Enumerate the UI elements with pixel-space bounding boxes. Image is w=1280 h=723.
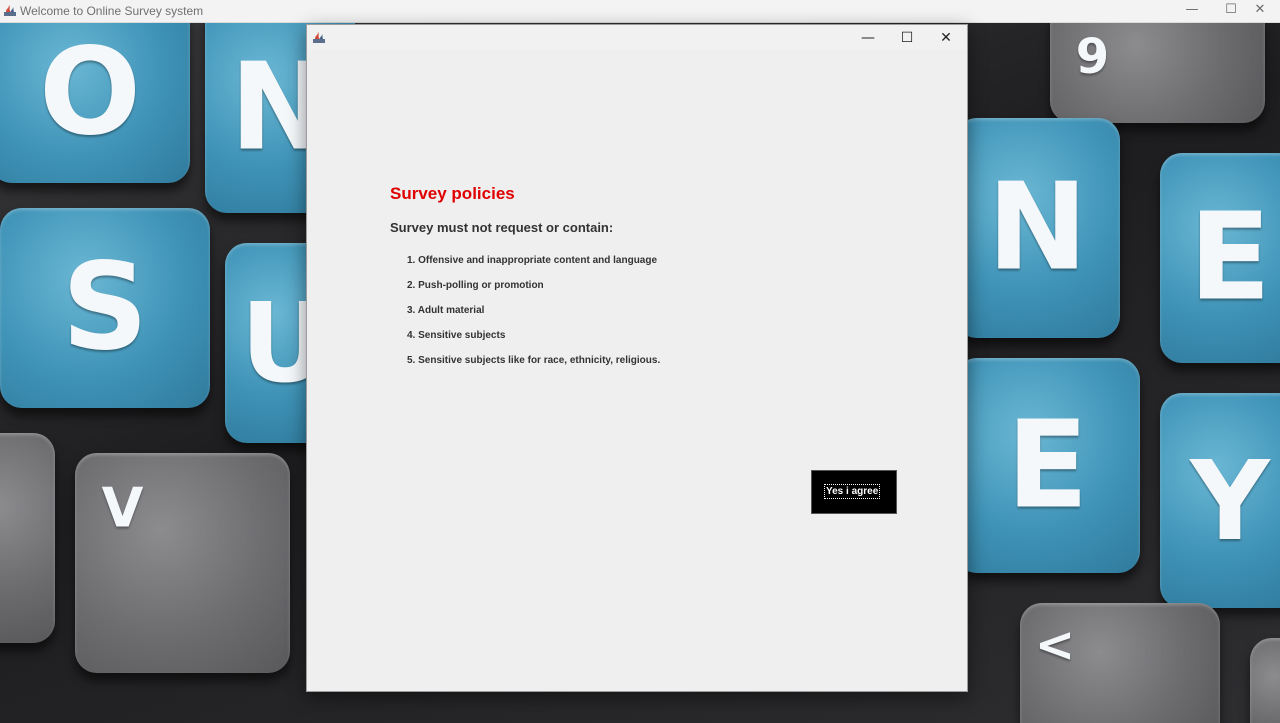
keyboard-key: 9 <box>1050 23 1265 123</box>
keyboard-key: V <box>75 453 290 673</box>
keyboard-key: E <box>1160 153 1280 363</box>
survey-policies-dialog: — ☐ ✕ Survey policies Survey must not re… <box>306 24 968 692</box>
policy-item: 4. Sensitive subjects <box>407 330 506 341</box>
close-icon[interactable]: ✕ <box>927 27 965 49</box>
main-title-bar: Welcome to Online Survey system — ☐ ✕ <box>0 0 1280 23</box>
keyboard-key <box>1250 638 1280 723</box>
keyboard-key: O <box>0 23 190 183</box>
policy-item: 1. Offensive and inappropriate content a… <box>407 255 658 266</box>
policy-subheading: Survey must not request or contain: <box>390 220 614 235</box>
keyboard-key: E <box>955 358 1140 573</box>
minimize-icon[interactable]: — <box>849 27 887 49</box>
maximize-icon[interactable]: ☐ <box>888 27 926 49</box>
java-app-icon <box>313 32 325 43</box>
policy-item: 3. Adult material <box>407 305 485 316</box>
keyboard-key: < <box>1020 603 1220 723</box>
yes-i-agree-button[interactable]: Yes i agree <box>811 470 897 514</box>
policy-item: 2. Push-polling or promotion <box>407 280 544 291</box>
close-icon[interactable]: ✕ <box>1240 0 1280 22</box>
dialog-title-bar: — ☐ ✕ <box>307 25 967 50</box>
policy-heading: Survey policies <box>390 184 515 203</box>
minimize-icon[interactable]: — <box>1172 0 1212 22</box>
window-title: Welcome to Online Survey system <box>20 4 204 18</box>
keyboard-key: Y <box>1160 393 1280 608</box>
java-app-icon <box>4 5 16 16</box>
keyboard-key: N <box>955 118 1120 338</box>
keyboard-key <box>0 433 55 643</box>
keyboard-key: S <box>0 208 210 408</box>
agree-button-label: Yes i agree <box>823 484 881 499</box>
policy-item: 5. Sensitive subjects like for race, eth… <box>407 355 661 366</box>
